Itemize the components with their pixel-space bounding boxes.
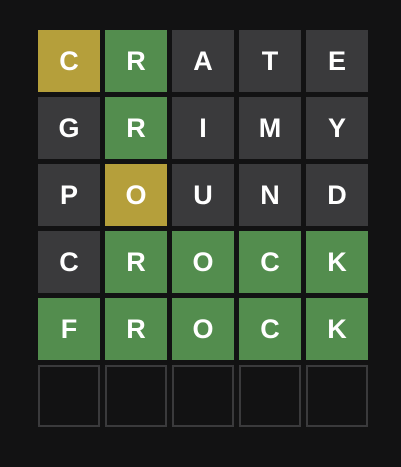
letter-tile: M [239, 97, 301, 159]
letter-tile: C [38, 231, 100, 293]
empty-tile [172, 365, 234, 427]
letter-tile: T [239, 30, 301, 92]
letter-tile: R [105, 30, 167, 92]
empty-tile [239, 365, 301, 427]
letter-tile: G [38, 97, 100, 159]
letter-tile: O [172, 231, 234, 293]
letter-tile: C [38, 30, 100, 92]
letter-tile: P [38, 164, 100, 226]
letter-tile: R [105, 231, 167, 293]
letter-tile: C [239, 298, 301, 360]
letter-tile: O [172, 298, 234, 360]
letter-tile: K [306, 231, 368, 293]
letter-tile: O [105, 164, 167, 226]
empty-tile [38, 365, 100, 427]
letter-tile: I [172, 97, 234, 159]
letter-tile: D [306, 164, 368, 226]
letter-tile: A [172, 30, 234, 92]
letter-tile: R [105, 97, 167, 159]
letter-tile: C [239, 231, 301, 293]
game-board: C R A T E G R I M Y P O U N D C R O C K … [38, 30, 368, 427]
letter-tile: R [105, 298, 167, 360]
letter-tile: F [38, 298, 100, 360]
letter-tile: E [306, 30, 368, 92]
letter-tile: N [239, 164, 301, 226]
empty-tile [306, 365, 368, 427]
letter-tile: Y [306, 97, 368, 159]
letter-tile: K [306, 298, 368, 360]
letter-tile: U [172, 164, 234, 226]
empty-tile [105, 365, 167, 427]
